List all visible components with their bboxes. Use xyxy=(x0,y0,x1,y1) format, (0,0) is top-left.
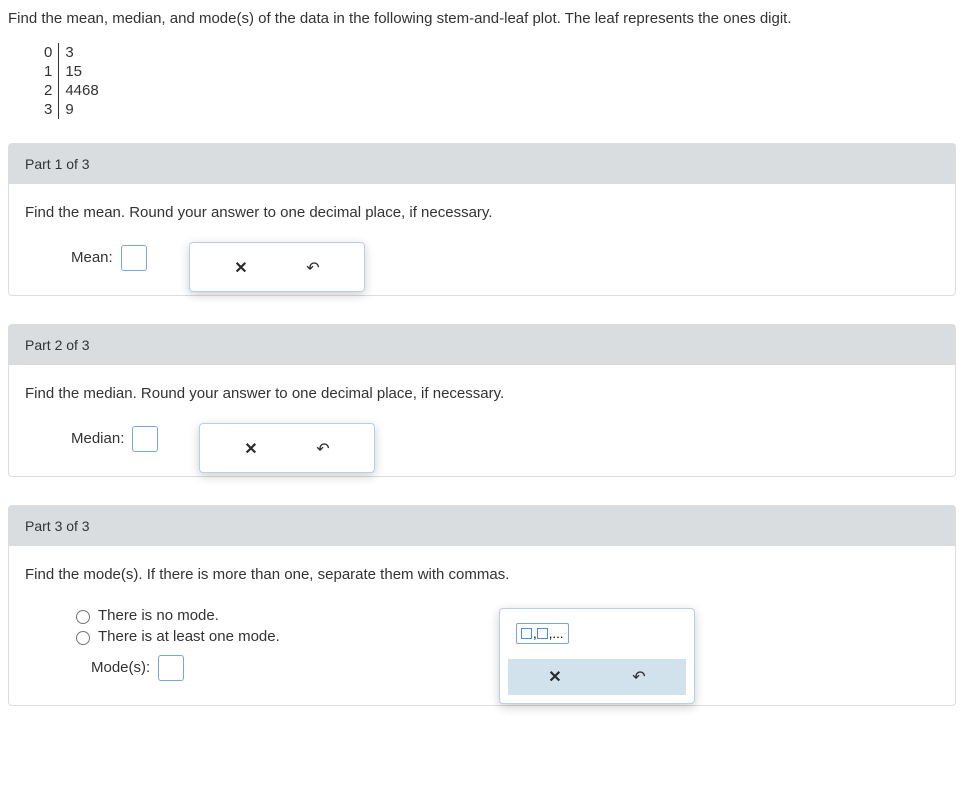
close-icon: ✕ xyxy=(548,667,561,687)
stemleaf-row: 0 3 xyxy=(38,43,105,62)
part-3-header: Part 3 of 3 xyxy=(9,506,955,546)
stem-leaf-plot: 0 3 1 15 2 4468 3 9 xyxy=(38,43,105,119)
tool-row: ✕ ↶ xyxy=(208,432,366,466)
reset-button[interactable]: ↶ xyxy=(622,665,656,689)
close-icon: ✕ xyxy=(244,439,257,459)
clear-button[interactable]: ✕ xyxy=(234,432,268,466)
radio-no-mode-label: There is no mode. xyxy=(98,607,219,624)
part-1-container: Part 1 of 3 Find the mean. Round your an… xyxy=(8,143,956,296)
mode-input[interactable] xyxy=(158,655,184,681)
median-input[interactable] xyxy=(132,426,158,452)
radio-has-mode[interactable] xyxy=(76,631,90,645)
placeholder-box-icon xyxy=(521,628,532,639)
stem-cell: 2 xyxy=(38,81,59,100)
mode-label: Mode(s): xyxy=(91,659,150,676)
tool-row: ✕ ↶ xyxy=(508,659,686,695)
part-3-body: Find the mode(s). If there is more than … xyxy=(9,546,955,705)
median-label: Median: xyxy=(71,430,124,447)
stemleaf-row: 1 15 xyxy=(38,62,105,81)
part-3-instruction: Find the mode(s). If there is more than … xyxy=(25,566,939,583)
stemleaf-row: 2 4468 xyxy=(38,81,105,100)
ellipsis-text: ,... xyxy=(549,626,564,641)
leaf-cell: 9 xyxy=(59,100,105,119)
radio-has-mode-label: There is at least one mode. xyxy=(98,628,280,645)
clear-button[interactable]: ✕ xyxy=(224,251,258,285)
stem-cell: 1 xyxy=(38,62,59,81)
part-1-header: Part 1 of 3 xyxy=(9,144,955,184)
reset-icon: ↶ xyxy=(316,439,329,459)
tool-row: ✕ ↶ xyxy=(198,251,356,285)
close-icon: ✕ xyxy=(234,258,247,278)
tool-popup-part2: ✕ ↶ xyxy=(199,423,375,473)
reset-icon: ↶ xyxy=(306,258,319,278)
part-1-instruction: Find the mean. Round your answer to one … xyxy=(25,204,939,221)
radio-no-mode[interactable] xyxy=(76,610,90,624)
list-format-button[interactable]: ,,... xyxy=(508,617,684,651)
placeholder-box-icon xyxy=(537,628,548,639)
list-hint-box: ,,... xyxy=(516,623,569,644)
tool-popup-part3: ,,... ✕ ↶ xyxy=(499,608,695,704)
mean-label: Mean: xyxy=(71,249,113,266)
part-2-body: Find the median. Round your answer to on… xyxy=(9,365,955,476)
mean-input[interactable] xyxy=(121,245,147,271)
reset-button[interactable]: ↶ xyxy=(296,251,330,285)
part-2-container: Part 2 of 3 Find the median. Round your … xyxy=(8,324,956,477)
part-3-container: Part 3 of 3 Find the mode(s). If there i… xyxy=(8,505,956,706)
question-prompt: Find the mean, median, and mode(s) of th… xyxy=(8,8,956,31)
clear-button[interactable]: ✕ xyxy=(538,665,572,689)
tool-popup-part1: ✕ ↶ xyxy=(189,242,365,292)
part-1-body: Find the mean. Round your answer to one … xyxy=(9,184,955,295)
leaf-cell: 3 xyxy=(59,43,105,62)
part-2-header: Part 2 of 3 xyxy=(9,325,955,365)
leaf-cell: 15 xyxy=(59,62,105,81)
reset-button[interactable]: ↶ xyxy=(306,432,340,466)
leaf-cell: 4468 xyxy=(59,81,105,100)
stemleaf-row: 3 9 xyxy=(38,100,105,119)
reset-icon: ↶ xyxy=(632,667,645,687)
stem-cell: 0 xyxy=(38,43,59,62)
part-2-instruction: Find the median. Round your answer to on… xyxy=(25,385,939,402)
stem-cell: 3 xyxy=(38,100,59,119)
